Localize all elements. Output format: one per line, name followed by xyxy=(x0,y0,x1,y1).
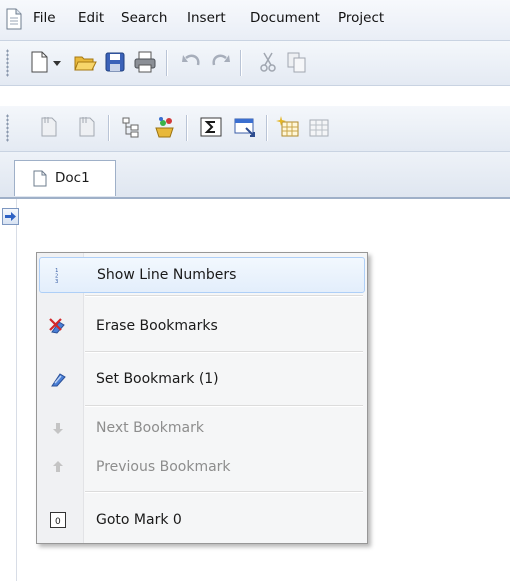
erase-bookmarks-icon xyxy=(49,318,65,334)
menu-file[interactable]: File xyxy=(33,10,56,26)
menu-separator xyxy=(85,405,363,407)
menu-separator xyxy=(85,295,363,297)
page-icon[interactable] xyxy=(36,114,62,140)
menu-edit[interactable]: Edit xyxy=(78,10,104,26)
menu-bar: File Edit Search Insert Document Project xyxy=(0,0,510,41)
goto-mark-glyph: 0 xyxy=(55,517,61,527)
new-document-icon[interactable] xyxy=(26,49,52,75)
arrow-right-icon xyxy=(5,212,16,221)
menu-separator xyxy=(85,351,363,353)
toolbar-separator xyxy=(240,50,241,76)
set-bookmark-icon xyxy=(51,373,66,387)
sigma-icon[interactable] xyxy=(198,114,224,140)
open-folder-icon[interactable] xyxy=(72,49,98,75)
gutter-context-menu: 1 2 3 Show Line Numbers Erase Bookmarks … xyxy=(36,252,368,544)
menu-item-next-bookmark[interactable]: Next Bookmark xyxy=(39,411,363,445)
svg-text:3: 3 xyxy=(55,279,58,284)
tab-label: Doc1 xyxy=(55,170,90,186)
up-arrow-icon xyxy=(53,461,63,472)
toolbar-separator xyxy=(186,115,187,141)
wizard-icon[interactable] xyxy=(152,114,178,140)
gutter-menu-button[interactable] xyxy=(2,208,19,225)
menu-item-label: Set Bookmark (1) xyxy=(96,371,219,387)
document-tab-strip: Doc1 xyxy=(0,152,510,199)
menu-item-label: Goto Mark 0 xyxy=(96,512,182,528)
menu-item-show-line-numbers[interactable]: 1 2 3 Show Line Numbers xyxy=(39,257,365,293)
copy-icon[interactable] xyxy=(284,49,310,75)
menu-item-label: Show Line Numbers xyxy=(97,267,237,283)
line-numbers-icon: 1 2 3 xyxy=(55,268,58,284)
menu-item-label: Previous Bookmark xyxy=(96,459,231,475)
menu-item-set-bookmark[interactable]: Set Bookmark (1) xyxy=(39,362,363,396)
toolbar-separator xyxy=(166,50,167,76)
menu-item-goto-mark-0[interactable]: 0 Goto Mark 0 xyxy=(39,503,363,537)
menu-insert[interactable]: Insert xyxy=(187,10,226,26)
save-icon[interactable] xyxy=(102,49,128,75)
menu-item-previous-bookmark[interactable]: Previous Bookmark xyxy=(39,450,363,484)
menu-document[interactable]: Document xyxy=(250,10,320,26)
toolbar-grip[interactable] xyxy=(6,49,9,77)
standard-toolbar xyxy=(0,41,510,86)
dropdown-arrow-icon[interactable] xyxy=(50,49,64,75)
editor-gutter[interactable] xyxy=(0,199,17,581)
menu-project[interactable]: Project xyxy=(338,10,510,26)
goto-mark-icon: 0 xyxy=(50,512,66,528)
tools-toolbar xyxy=(0,106,510,152)
tab-doc1[interactable]: Doc1 xyxy=(14,160,116,196)
document-icon xyxy=(33,170,47,187)
toolbar-grip[interactable] xyxy=(6,114,9,142)
menu-item-label: Erase Bookmarks xyxy=(96,318,218,334)
menu-search[interactable]: Search xyxy=(121,10,167,26)
menu-separator xyxy=(85,491,363,493)
menu-icon-column xyxy=(37,253,84,543)
print-icon[interactable] xyxy=(132,49,158,75)
down-arrow-icon xyxy=(53,423,63,434)
menu-item-erase-bookmarks[interactable]: Erase Bookmarks xyxy=(39,309,363,343)
menu-item-label: Next Bookmark xyxy=(96,420,204,436)
tree-view-icon[interactable] xyxy=(118,114,144,140)
undo-icon[interactable] xyxy=(178,49,204,75)
document-icon xyxy=(6,8,22,30)
grid-icon[interactable] xyxy=(306,114,332,140)
cut-icon[interactable] xyxy=(255,49,281,75)
toolbar-separator xyxy=(108,115,109,141)
page-icon[interactable] xyxy=(74,114,100,140)
toolbar-separator xyxy=(266,115,267,141)
dialog-icon[interactable] xyxy=(232,114,258,140)
grid-sparkle-icon[interactable] xyxy=(276,114,302,140)
redo-icon[interactable] xyxy=(208,49,234,75)
